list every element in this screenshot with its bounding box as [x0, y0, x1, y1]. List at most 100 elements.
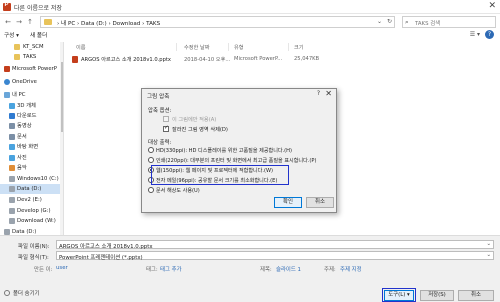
sidebar-item-microsoft-powerpoint[interactable]: Microsoft PowerP: [0, 64, 62, 74]
sidebar-item-pictures[interactable]: 사진: [0, 153, 62, 163]
new-folder-button[interactable]: 새 폴더: [30, 31, 47, 39]
sidebar-item-label: Windows10 (C:): [17, 176, 59, 182]
breadcrumb-path[interactable]: › 내 PC › Data (D:) › Download › TAKS: [57, 19, 160, 27]
subject-label: 주제:: [324, 267, 336, 273]
radio-label: HD(330ppi): HD 디스플레이를 위한 고품질을 제공합니다.(H): [156, 148, 292, 154]
folder-icon: [14, 54, 20, 60]
search-input[interactable]: ⌕ TAKS 검색: [402, 16, 496, 28]
sidebar-item-onedrive[interactable]: OneDrive: [0, 77, 62, 87]
sidebar-item-music[interactable]: 음악: [0, 163, 62, 173]
organize-button[interactable]: 구성 ▾: [4, 31, 19, 39]
radio-button[interactable]: [148, 187, 154, 193]
title-bar: 다른 이름으로 저장 ✕: [0, 0, 500, 14]
tags-value[interactable]: 태그 추가: [160, 265, 182, 273]
window-title: 다른 이름으로 저장: [14, 5, 62, 12]
sidebar-item-videos[interactable]: 동영상: [0, 121, 62, 131]
column-header-size[interactable]: 크기: [294, 44, 304, 51]
column-separator[interactable]: [228, 43, 229, 51]
delete-cropped-checkbox[interactable]: [163, 125, 169, 132]
save-button[interactable]: 저장(S): [420, 290, 454, 301]
back-arrow-icon[interactable]: ←: [3, 17, 13, 27]
sidebar-item-data-d[interactable]: Data (D:): [0, 184, 62, 194]
radio-hd[interactable]: HD(330ppi): HD 디스플레이를 위한 고품질을 제공합니다.(H): [148, 147, 292, 154]
sidebar-item-label: KT_SCM: [23, 44, 44, 50]
column-header-name[interactable]: 이름: [76, 44, 86, 51]
cancel-button[interactable]: 취소: [458, 290, 494, 301]
drive-icon: [9, 186, 15, 192]
web-email-highlight: [151, 165, 289, 185]
hide-folders-label: 폴더 숨기기: [13, 291, 40, 297]
table-row[interactable]: ARGOS 아르고스 소개 2018v1.0.pptx 2018-04-10 오…: [66, 54, 356, 64]
sidebar-item-label: Dev2 (E:): [17, 197, 42, 203]
apply-only-this-checkbox: [163, 116, 169, 122]
3d-objects-icon: [9, 103, 15, 109]
ok-button[interactable]: 확인: [274, 197, 302, 208]
desktop-icon: [9, 144, 15, 150]
radio-document-resolution[interactable]: 문서 해상도 사용(U): [148, 187, 200, 194]
help-icon[interactable]: ?: [485, 30, 494, 39]
sidebar-item-documents[interactable]: 문서: [0, 132, 62, 142]
column-header-date[interactable]: 수정한 날짜: [184, 44, 210, 51]
sidebar-item-label: 음악: [17, 165, 27, 171]
filename-field[interactable]: ARGOS 아르고스 소개 2018v1.0.pptx ⌄: [56, 240, 494, 250]
close-icon[interactable]: ✕: [325, 89, 332, 98]
sidebar-item-desktop[interactable]: 바탕 화면: [0, 142, 62, 152]
radio-label: 인쇄(220ppi): 대부분의 프린터 및 화면에서 최고급 품질을 표시합니…: [156, 158, 317, 164]
powerpoint-app-icon: [3, 2, 11, 11]
sidebar-item-downloads[interactable]: 다운로드: [0, 111, 62, 121]
sidebar-item-this-pc[interactable]: 내 PC: [0, 90, 62, 100]
sidebar-item-develop-g[interactable]: Develop (G:): [0, 206, 62, 216]
help-icon[interactable]: ?: [317, 90, 320, 97]
sidebar-item-label: 3D 개체: [17, 103, 36, 109]
drive-icon: [9, 208, 15, 214]
chevron-down-icon[interactable]: ⌄: [486, 241, 491, 247]
chevron-down-icon[interactable]: ⌄: [486, 252, 491, 258]
sidebar-item-windows10-c[interactable]: Windows10 (C:): [0, 174, 62, 184]
music-icon: [9, 165, 15, 171]
radio-button[interactable]: [148, 157, 154, 163]
sidebar-scrollbar-thumb[interactable]: [61, 62, 63, 132]
author-value[interactable]: user: [56, 265, 68, 271]
dialog-cancel-button[interactable]: 취소: [306, 197, 334, 208]
folder-icon: [44, 19, 52, 25]
title-value[interactable]: 슬라이드 1: [276, 265, 301, 273]
refresh-icon[interactable]: ↻: [387, 18, 392, 25]
forward-arrow-icon[interactable]: →: [14, 17, 24, 27]
chevron-up-icon: [4, 290, 10, 296]
subject-value[interactable]: 주제 지정: [340, 265, 362, 273]
sidebar-item-label: Data (D:): [12, 229, 37, 235]
tags-label: 태그:: [146, 267, 158, 273]
radio-button[interactable]: [148, 147, 154, 153]
column-separator[interactable]: [288, 43, 289, 51]
radio-print[interactable]: 인쇄(220ppi): 대부분의 프린터 및 화면에서 최고급 품질을 표시합니…: [148, 157, 317, 164]
column-separator[interactable]: [176, 43, 177, 51]
pc-icon: [4, 92, 10, 98]
search-icon: ⌕: [405, 18, 409, 26]
chevron-down-icon[interactable]: ⌄: [377, 18, 382, 25]
breadcrumb[interactable]: › 내 PC › Data (D:) › Download › TAKS ⌄ ↻: [40, 16, 395, 28]
sidebar-item-3d-objects[interactable]: 3D 개체: [0, 101, 62, 111]
filename-label: 파일 이름(N):: [18, 244, 50, 250]
drive-icon: [9, 218, 15, 224]
filename-value: ARGOS 아르고스 소개 2018v1.0.pptx: [59, 244, 153, 250]
view-options-icon[interactable]: ☰ ▾: [470, 31, 480, 38]
file-size: 25,047KB: [294, 56, 320, 62]
column-header-type[interactable]: 유형: [234, 44, 244, 51]
sidebar-item-data-d-2[interactable]: Data (D:): [0, 227, 62, 235]
close-icon[interactable]: ✕: [488, 1, 496, 11]
address-bar: ← → ↑ › 내 PC › Data (D:) › Download › TA…: [0, 14, 500, 30]
sidebar-item-label: 동영상: [17, 123, 32, 129]
delete-cropped-checkbox-row[interactable]: 잘라진 그림 영역 삭제(D): [163, 125, 228, 133]
filetype-select[interactable]: PowerPoint 프레젠테이션 (*.pptx) ⌄: [56, 251, 494, 261]
radio-label: 문서 해상도 사용(U): [156, 188, 200, 194]
target-output-label: 대상 출력:: [148, 140, 172, 146]
sidebar-item-label: 다운로드: [17, 113, 37, 119]
powerpoint-icon: [4, 66, 10, 72]
sidebar-item-download-w[interactable]: Download (W:): [0, 216, 62, 226]
sidebar-item-dev2-e[interactable]: Dev2 (E:): [0, 195, 62, 205]
drive-icon: [9, 176, 15, 182]
hide-folders-toggle[interactable]: 폴더 숨기기: [4, 289, 40, 297]
up-arrow-icon[interactable]: ↑: [25, 17, 35, 27]
sidebar-item-kt-scm[interactable]: KT_SCM: [0, 42, 62, 52]
sidebar-item-taks[interactable]: TAKS: [0, 52, 62, 62]
